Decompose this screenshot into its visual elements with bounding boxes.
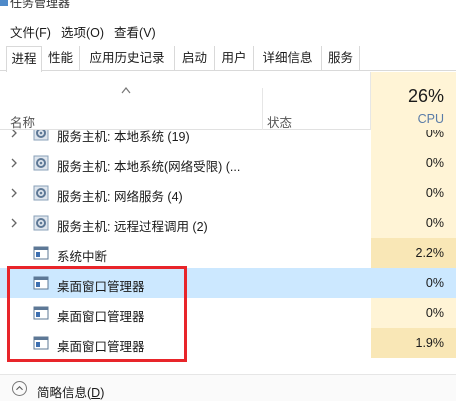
process-name: 系统中断 xyxy=(57,250,108,264)
tab-startup[interactable]: 启动 xyxy=(175,46,215,71)
tab-performance[interactable]: 性能 xyxy=(42,46,80,71)
chevron-right-icon[interactable] xyxy=(10,217,18,229)
process-row[interactable]: 桌面窗口管理器 0% xyxy=(0,298,456,328)
process-name: 桌面窗口管理器 xyxy=(57,340,145,354)
process-cpu: 0% xyxy=(425,306,444,320)
process-name: 服务主机: 本地系统(网络受限) (... xyxy=(57,160,241,174)
title-bar: 任务管理器 xyxy=(0,0,456,8)
process-cpu: 1.9% xyxy=(415,336,445,350)
column-divider xyxy=(262,88,263,130)
process-row[interactable]: 桌面窗口管理器 0% xyxy=(0,268,456,298)
cpu-column-label: CPU xyxy=(417,112,444,126)
process-list: 服务主机: 本地系统 (19) 0% 服务主机: 本地系统(网络受限) (...… xyxy=(0,130,456,370)
column-name[interactable]: 名称 xyxy=(10,112,35,131)
footer: 简略信息(D) xyxy=(0,374,456,401)
chevron-right-icon[interactable] xyxy=(10,130,18,139)
tab-processes[interactable]: 进程 xyxy=(6,46,42,72)
tab-bar: 进程 性能 应用历史记录 启动 用户 详细信息 服务 xyxy=(0,46,456,72)
window-icon xyxy=(33,276,49,290)
process-name: 桌面窗口管理器 xyxy=(57,280,145,294)
chevron-up-circle-icon[interactable] xyxy=(12,381,27,396)
process-cpu: 0% xyxy=(425,216,444,230)
process-cpu: 2.2% xyxy=(415,246,445,260)
process-cpu: 0% xyxy=(425,276,444,290)
process-name: 桌面窗口管理器 xyxy=(57,310,145,324)
process-row[interactable]: 服务主机: 网络服务 (4) 0% xyxy=(0,178,456,208)
process-name: 服务主机: 远程过程调用 (2) xyxy=(57,220,208,234)
chevron-right-icon[interactable] xyxy=(10,187,18,199)
process-cpu: 0% xyxy=(425,156,444,170)
window-title: 任务管理器 xyxy=(10,0,71,8)
process-row[interactable]: 服务主机: 远程过程调用 (2) 0% xyxy=(0,208,456,238)
sort-up-icon[interactable] xyxy=(121,86,131,94)
menu-bar: 文件(F) 选项(O) 查看(V) xyxy=(0,20,456,42)
window-icon xyxy=(33,336,49,350)
tab-users[interactable]: 用户 xyxy=(215,46,254,71)
process-cpu: 0% xyxy=(425,130,444,140)
menu-options[interactable]: 选项(O) xyxy=(61,22,104,41)
process-row[interactable]: 服务主机: 本地系统(网络受限) (... 0% xyxy=(0,148,456,178)
menu-view[interactable]: 查看(V) xyxy=(114,22,156,41)
gear-icon xyxy=(33,185,49,201)
fewer-details-link[interactable]: 简略信息(D) xyxy=(37,382,104,401)
cpu-total-percent: 26% xyxy=(407,86,444,106)
window-icon xyxy=(33,246,49,260)
menu-file[interactable]: 文件(F) xyxy=(10,22,51,41)
window-icon xyxy=(33,306,49,320)
column-header: 名称 状态 26% CPU xyxy=(0,72,456,130)
process-name: 服务主机: 本地系统 (19) xyxy=(57,130,190,144)
process-cpu: 0% xyxy=(425,186,444,200)
column-status[interactable]: 状态 xyxy=(267,112,292,131)
process-row[interactable]: 系统中断 2.2% xyxy=(0,238,456,268)
process-row[interactable]: 桌面窗口管理器 1.9% xyxy=(0,328,456,358)
fewer-details-accesskey: D xyxy=(91,386,101,400)
process-name: 服务主机: 网络服务 (4) xyxy=(57,190,183,204)
gear-icon xyxy=(33,130,49,141)
fewer-details-label: 简略信息( xyxy=(37,386,92,400)
gear-icon xyxy=(33,215,49,231)
chevron-right-icon[interactable] xyxy=(10,157,18,169)
tab-services[interactable]: 服务 xyxy=(322,46,360,71)
process-row[interactable]: 服务主机: 本地系统 (19) 0% xyxy=(0,130,456,148)
fewer-details-tail: ) xyxy=(100,386,105,400)
tab-details[interactable]: 详细信息 xyxy=(254,46,322,71)
tab-app-history[interactable]: 应用历史记录 xyxy=(80,46,175,71)
column-cpu[interactable]: 26% CPU xyxy=(371,72,456,130)
gear-icon xyxy=(33,155,49,171)
task-manager-icon xyxy=(0,0,8,6)
